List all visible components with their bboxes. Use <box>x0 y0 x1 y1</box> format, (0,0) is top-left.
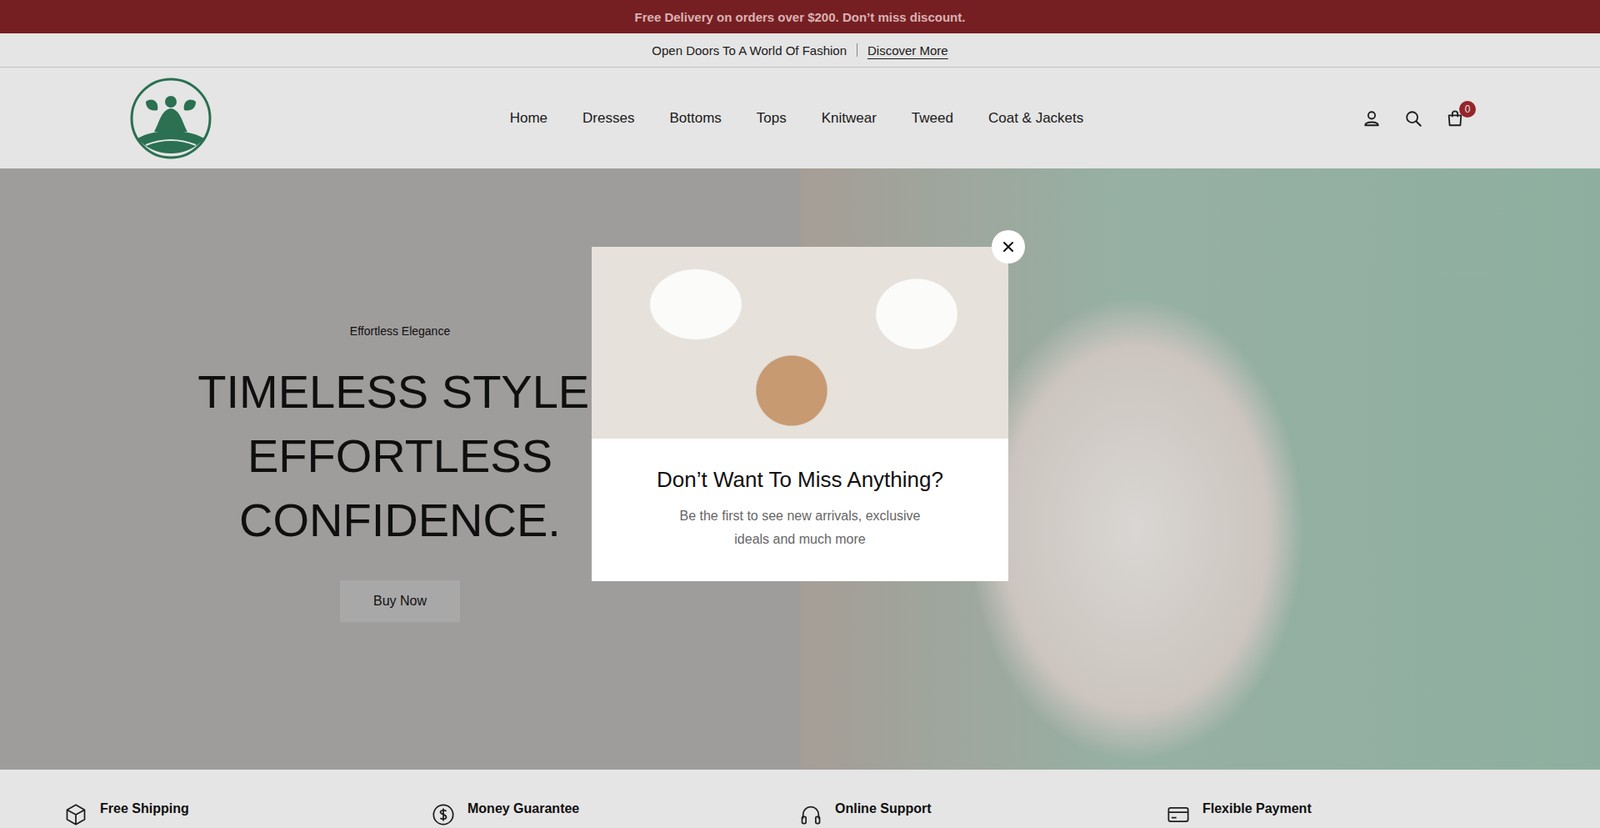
page: Free Delivery on orders over $200. Don’t… <box>0 0 1600 828</box>
modal-overlay[interactable]: Don’t Want To Miss Anything? Be the firs… <box>0 0 1600 828</box>
close-button[interactable] <box>991 230 1025 264</box>
popup-photo <box>591 246 1009 439</box>
close-icon <box>1001 240 1015 254</box>
popup-description: Be the first to see new arrivals, exclus… <box>670 504 930 551</box>
popup-body: Don’t Want To Miss Anything? Be the firs… <box>591 438 1009 581</box>
newsletter-popup: Don’t Want To Miss Anything? Be the firs… <box>591 246 1009 581</box>
popup-title: Don’t Want To Miss Anything? <box>625 466 975 493</box>
